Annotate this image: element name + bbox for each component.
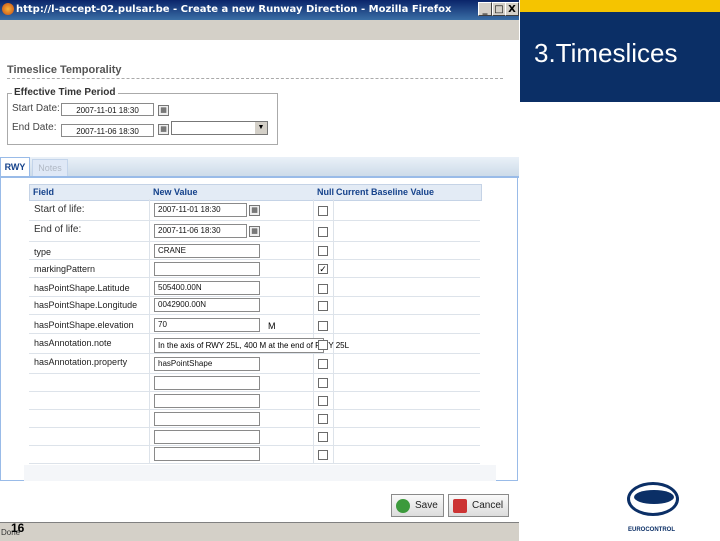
time-select[interactable]: ▼ bbox=[171, 121, 268, 135]
tab-notes[interactable]: Notes bbox=[32, 159, 68, 176]
save-button[interactable]: Save bbox=[391, 494, 444, 517]
firefox-icon bbox=[2, 3, 14, 15]
window-title: http://l-accept-02.pulsar.be - Create a … bbox=[16, 4, 452, 15]
null-checkbox-checked[interactable]: ✓ bbox=[318, 264, 328, 274]
column-divider bbox=[149, 199, 150, 463]
column-header-null[interactable]: Null bbox=[317, 187, 334, 197]
null-checkbox[interactable] bbox=[318, 246, 328, 256]
null-checkbox[interactable] bbox=[318, 432, 328, 442]
start-date-input[interactable]: 2007-11-01 18:30 bbox=[61, 103, 154, 116]
null-checkbox[interactable] bbox=[318, 284, 328, 294]
effective-period-legend: Effective Time Period bbox=[12, 87, 118, 98]
null-checkbox[interactable] bbox=[318, 206, 328, 216]
minimize-button[interactable]: _ bbox=[478, 2, 492, 16]
cancel-icon bbox=[453, 499, 467, 513]
field-label: hasPointShape.Longitude bbox=[34, 300, 138, 310]
column-header-field[interactable]: Field bbox=[33, 187, 54, 197]
slide-page-number: 16 bbox=[11, 521, 25, 535]
empty-value-input[interactable] bbox=[154, 394, 260, 408]
field-label: hasAnnotation.note bbox=[34, 338, 112, 348]
status-bar bbox=[0, 522, 519, 541]
tab-rwy[interactable]: RWY bbox=[0, 157, 30, 176]
null-checkbox[interactable] bbox=[318, 414, 328, 424]
field-label: markingPattern bbox=[34, 264, 96, 274]
column-header-new-value[interactable]: New Value bbox=[153, 187, 198, 197]
empty-value-input[interactable] bbox=[154, 412, 260, 426]
slide-side-panel bbox=[520, 102, 720, 540]
end-date-label: End Date: bbox=[12, 122, 57, 133]
grid-footer bbox=[24, 465, 496, 481]
field-label: hasAnnotation.property bbox=[34, 357, 128, 367]
null-checkbox[interactable] bbox=[318, 378, 328, 388]
chevron-down-icon: ▼ bbox=[255, 122, 267, 134]
start-date-label: Start Date: bbox=[12, 103, 60, 114]
longitude-input[interactable]: 0042900.00N bbox=[154, 298, 260, 312]
field-label: type bbox=[34, 247, 52, 257]
calendar-icon[interactable]: ▦ bbox=[158, 124, 169, 135]
null-checkbox[interactable] bbox=[318, 359, 328, 369]
divider bbox=[7, 78, 503, 79]
null-checkbox[interactable] bbox=[318, 340, 328, 350]
temporality-title: Timeslice Temporality bbox=[7, 64, 122, 76]
column-divider bbox=[313, 199, 314, 463]
field-label: Start of life: bbox=[34, 204, 85, 215]
check-icon bbox=[396, 499, 410, 513]
null-checkbox[interactable] bbox=[318, 321, 328, 331]
empty-value-input[interactable] bbox=[154, 447, 260, 461]
logo-text: EUROCONTROL bbox=[628, 527, 675, 533]
slide-title: 3.Timeslices bbox=[534, 38, 678, 68]
field-label: End of life: bbox=[34, 224, 82, 235]
marking-pattern-input[interactable] bbox=[154, 262, 260, 276]
maximize-button[interactable]: □ bbox=[492, 2, 506, 16]
logo-swoosh bbox=[634, 490, 674, 504]
null-checkbox[interactable] bbox=[318, 396, 328, 406]
slide-accent-band bbox=[520, 0, 720, 12]
latitude-input[interactable]: 505400.00N bbox=[154, 281, 260, 295]
effective-period-fieldset bbox=[7, 93, 278, 145]
end-of-life-input[interactable]: 2007-11-06 18:30 bbox=[154, 224, 247, 238]
annotation-property-input[interactable]: hasPointShape bbox=[154, 357, 260, 371]
field-label: hasPointShape.elevation bbox=[34, 320, 134, 330]
empty-value-input[interactable] bbox=[154, 376, 260, 390]
cancel-button[interactable]: Cancel bbox=[448, 494, 509, 517]
null-checkbox[interactable] bbox=[318, 227, 328, 237]
calendar-icon[interactable]: ▦ bbox=[249, 205, 260, 216]
null-checkbox[interactable] bbox=[318, 450, 328, 460]
annotation-note-input[interactable]: In the axis of RWY 25L, 400 M at the end… bbox=[154, 338, 349, 353]
close-button[interactable]: X bbox=[505, 2, 519, 16]
start-of-life-input[interactable]: 2007-11-01 18:30 bbox=[154, 203, 247, 217]
end-date-input[interactable]: 2007-11-06 18:30 bbox=[61, 124, 154, 137]
empty-value-input[interactable] bbox=[154, 430, 260, 444]
tab-strip bbox=[0, 157, 519, 178]
elevation-unit: M bbox=[268, 321, 276, 331]
null-checkbox[interactable] bbox=[318, 301, 328, 311]
column-divider bbox=[333, 199, 334, 463]
elevation-input[interactable]: 70 bbox=[154, 318, 260, 332]
type-input[interactable]: CRANE bbox=[154, 244, 260, 258]
column-header-baseline[interactable]: Current Baseline Value bbox=[336, 187, 434, 197]
window-title-bar: http://l-accept-02.pulsar.be - Create a … bbox=[0, 0, 519, 20]
calendar-icon[interactable]: ▦ bbox=[249, 226, 260, 237]
calendar-icon[interactable]: ▦ bbox=[158, 105, 169, 116]
field-label: hasPointShape.Latitude bbox=[34, 283, 130, 293]
